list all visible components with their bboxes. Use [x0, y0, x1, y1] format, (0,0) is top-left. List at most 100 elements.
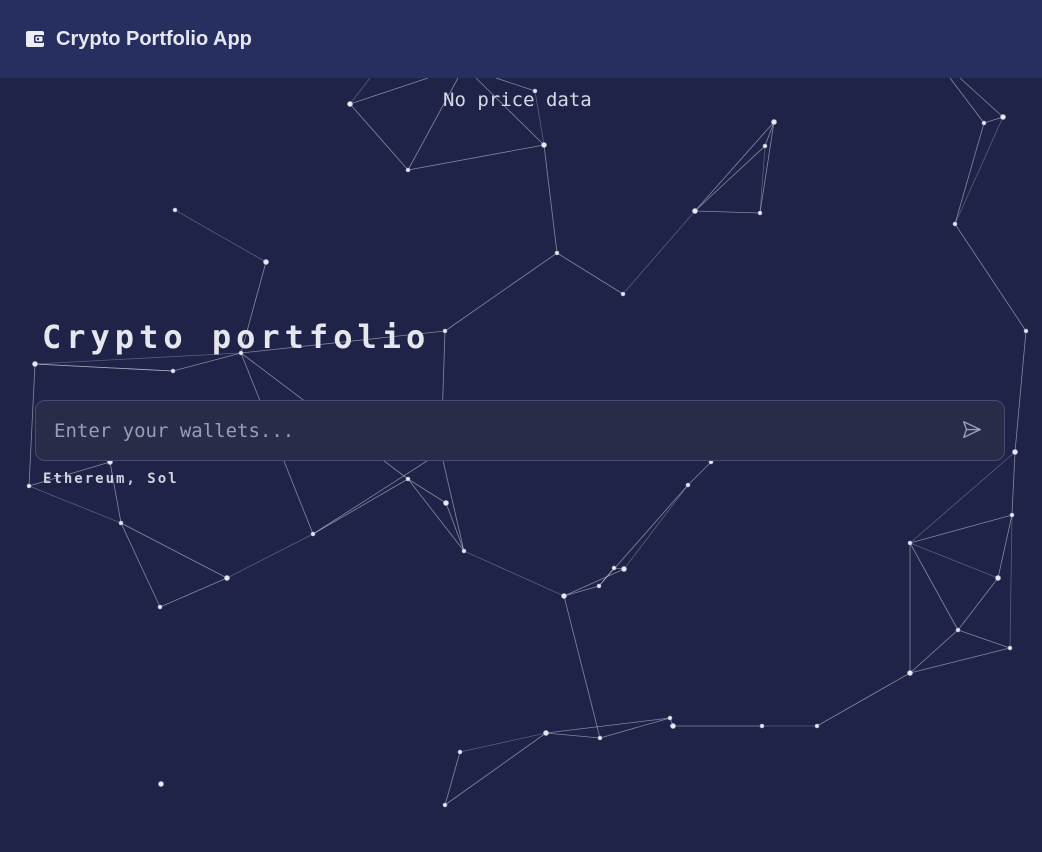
network-link [463, 550, 565, 597]
network-node [620, 291, 626, 297]
send-button[interactable] [960, 418, 984, 442]
network-link [34, 363, 174, 372]
network-link [407, 144, 545, 171]
network-link [957, 629, 1011, 649]
network-node [981, 120, 987, 126]
network-link [954, 122, 985, 225]
wallet-icon [25, 29, 45, 49]
network-link [444, 252, 558, 332]
network-node [597, 735, 603, 741]
network-node [759, 723, 765, 729]
network-node [347, 101, 353, 107]
network-link [1014, 330, 1027, 453]
network-node [405, 476, 411, 482]
network-link [120, 522, 161, 608]
network-node [952, 221, 958, 227]
network-node [1009, 512, 1015, 518]
network-link [954, 223, 1027, 332]
network-link [563, 595, 601, 739]
network-node [611, 565, 617, 571]
network-node [907, 670, 913, 676]
network-link [543, 144, 558, 254]
network-node [172, 207, 178, 213]
network-node [157, 604, 163, 610]
network-node [692, 208, 698, 214]
wallet-input-container [35, 400, 1005, 461]
network-link [909, 542, 999, 579]
network-link [444, 751, 461, 806]
app-header: Crypto Portfolio App [0, 0, 1042, 78]
network-node [32, 361, 38, 367]
send-icon [963, 421, 981, 439]
network-node [457, 749, 463, 755]
network-link [28, 485, 122, 524]
page-heading: Crypto portfolio [42, 318, 431, 356]
network-link [599, 717, 671, 739]
network-link [598, 484, 689, 587]
network-node [621, 566, 627, 572]
network-node [907, 540, 913, 546]
network-link [407, 478, 447, 504]
network-link [694, 210, 761, 214]
network-node [596, 583, 602, 589]
network-node [405, 167, 411, 173]
network-link [349, 77, 429, 105]
network-link [159, 577, 228, 608]
network-node [442, 328, 448, 334]
network-link [563, 568, 625, 597]
network-link [954, 116, 1004, 225]
network-link [623, 484, 689, 570]
network-link [764, 121, 775, 147]
network-node [541, 142, 547, 148]
network-link [563, 585, 600, 597]
app-page: Crypto Portfolio App No price data Crypt… [0, 0, 1042, 852]
network-link [957, 577, 999, 631]
network-node [224, 575, 230, 581]
network-node [757, 210, 763, 216]
network-link [226, 533, 314, 579]
wallet-input[interactable] [54, 401, 934, 460]
network-link [312, 451, 442, 535]
network-node [118, 520, 124, 526]
network-link [556, 252, 624, 295]
network-link [909, 647, 1011, 674]
network-node [158, 781, 164, 787]
network-link [545, 717, 671, 734]
network-node [1000, 114, 1006, 120]
network-link [909, 629, 959, 674]
network-link [816, 672, 911, 727]
network-link [349, 103, 409, 171]
network-node [1012, 449, 1018, 455]
network-node [685, 482, 691, 488]
network-link [759, 145, 766, 214]
network-link [1011, 451, 1016, 516]
network-node [310, 531, 316, 537]
network-link [687, 461, 712, 486]
network-node [170, 368, 176, 374]
network-node [771, 119, 777, 125]
network-link [694, 145, 766, 212]
network-node [667, 715, 673, 721]
network-link [120, 522, 228, 579]
network-link [312, 478, 409, 535]
network-node [1007, 645, 1013, 651]
network-node [814, 723, 820, 729]
network-link [983, 116, 1004, 124]
network-node [26, 483, 32, 489]
network-link [349, 77, 371, 105]
network-node [554, 250, 560, 256]
network-node [762, 143, 768, 149]
network-node [263, 259, 269, 265]
network-link [545, 732, 601, 739]
network-link [1009, 514, 1013, 649]
network-node [543, 730, 549, 736]
network-node [995, 575, 1001, 581]
network-link [174, 209, 267, 263]
supported-chains-hint: Ethereum, Sol [43, 471, 179, 487]
network-link [909, 451, 1016, 544]
network-node [443, 500, 449, 506]
network-node [670, 723, 676, 729]
network-link [909, 542, 959, 631]
price-status-text: No price data [443, 89, 592, 111]
network-link [959, 77, 1004, 118]
